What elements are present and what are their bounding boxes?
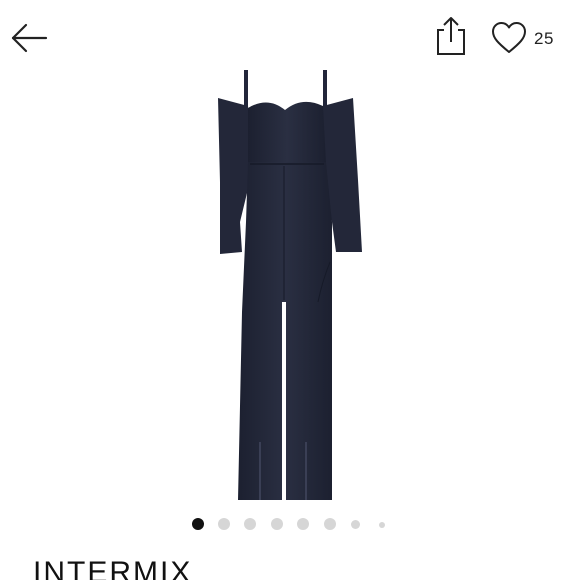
carousel-dot-8[interactable] — [379, 522, 385, 528]
like-count: 25 — [534, 29, 554, 48]
jumpsuit-image — [218, 70, 362, 500]
carousel-dots — [0, 516, 580, 532]
arrow-left-icon — [11, 23, 48, 53]
product-image[interactable] — [150, 62, 430, 508]
carousel-dot-7[interactable] — [351, 520, 360, 529]
brand-name[interactable]: INTERMIX — [33, 556, 192, 580]
listing-page: 25 INTERMIX — [0, 0, 580, 580]
like-button[interactable]: 25 — [490, 20, 562, 56]
heart-icon — [492, 22, 526, 53]
share-icon — [437, 17, 465, 55]
carousel-dot-3[interactable] — [244, 518, 256, 530]
carousel-dot-5[interactable] — [297, 518, 309, 530]
carousel-dot-6[interactable] — [324, 518, 336, 530]
share-button[interactable] — [432, 14, 470, 58]
carousel-dot-4[interactable] — [271, 518, 283, 530]
carousel-dot-2[interactable] — [218, 518, 230, 530]
back-button[interactable] — [8, 20, 50, 56]
carousel-dot-1[interactable] — [192, 518, 204, 530]
